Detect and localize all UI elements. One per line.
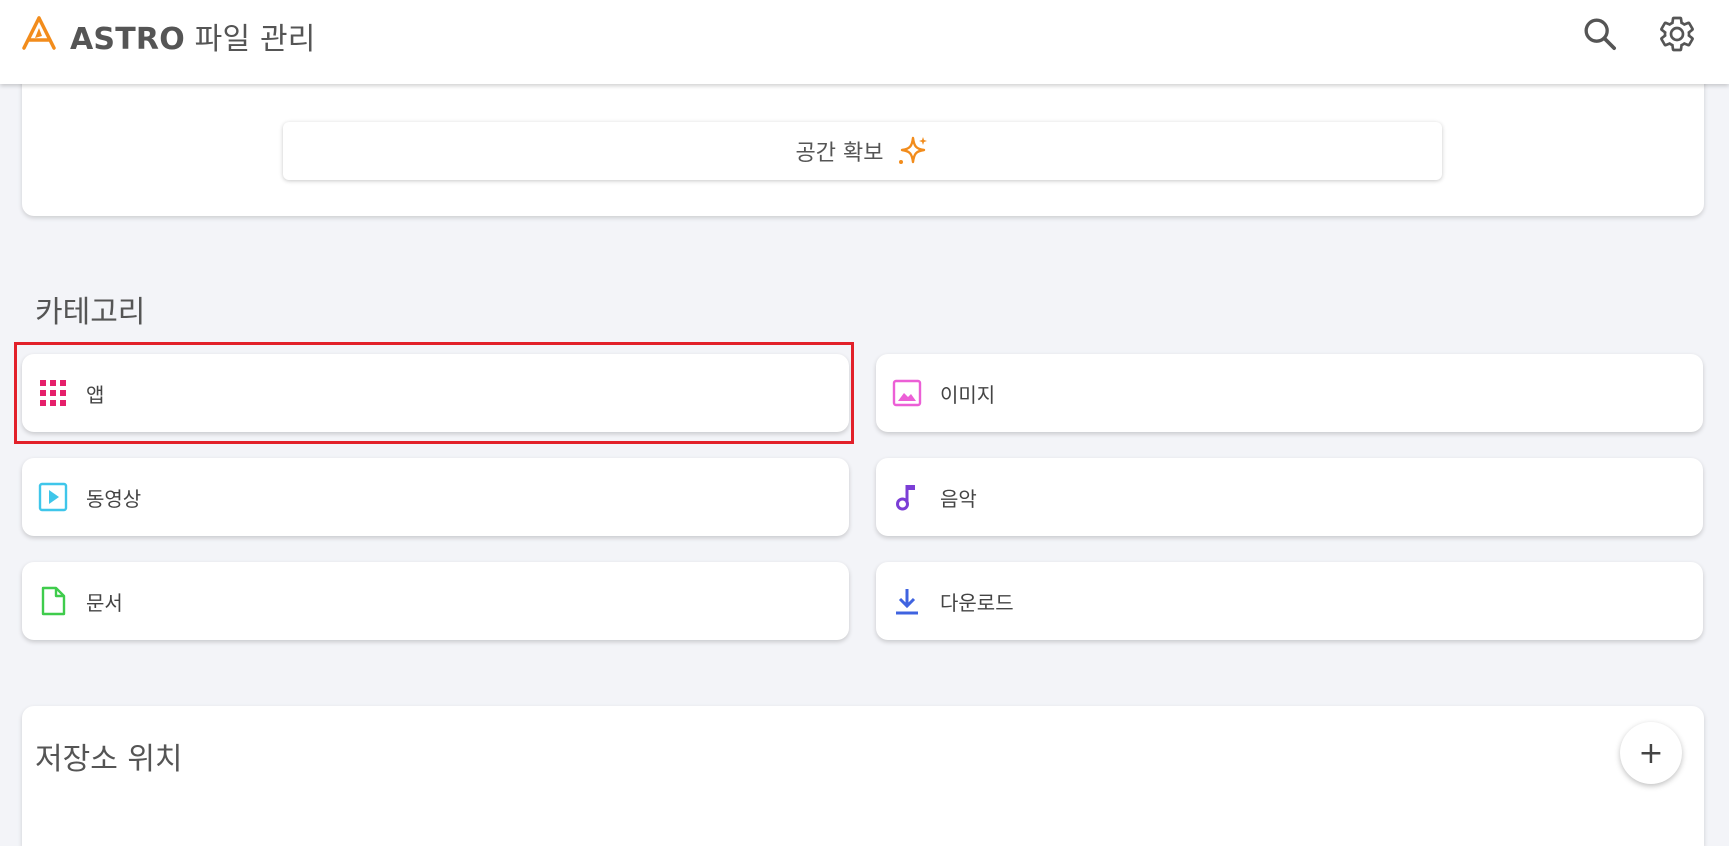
app-brand: ASTRO <box>70 22 185 57</box>
image-icon <box>892 378 922 408</box>
category-label: 다운로드 <box>940 590 1014 615</box>
category-label: 문서 <box>86 590 123 615</box>
category-label: 이미지 <box>940 382 996 407</box>
search-icon <box>1584 18 1616 51</box>
category-label: 동영상 <box>86 486 142 511</box>
document-icon <box>38 586 68 616</box>
top-app-bar: ASTRO 파일 관리 <box>0 0 1729 84</box>
categories-title: 카테고리 <box>35 295 146 330</box>
sparkle-icon <box>899 136 928 164</box>
astro-logo-icon <box>20 16 58 50</box>
category-label: 음악 <box>940 486 977 511</box>
apps-grid-icon <box>38 378 68 408</box>
app-title-suffix: 파일 관리 <box>194 22 316 57</box>
category-apps[interactable]: 앱 <box>22 354 849 432</box>
storage-locations-card <box>22 706 1704 846</box>
video-icon <box>38 482 68 512</box>
category-videos[interactable]: 동영상 <box>22 458 849 536</box>
category-downloads[interactable]: 다운로드 <box>876 562 1703 640</box>
category-label: 앱 <box>86 382 105 407</box>
storage-locations-title: 저장소 위치 <box>35 742 183 777</box>
category-documents[interactable]: 문서 <box>22 562 849 640</box>
add-location-button[interactable]: + <box>1620 722 1682 784</box>
download-icon <box>892 586 922 616</box>
settings-button[interactable] <box>1657 14 1697 54</box>
music-note-icon <box>892 482 922 512</box>
app-title: ASTRO 파일 관리 <box>70 14 316 58</box>
category-images[interactable]: 이미지 <box>876 354 1703 432</box>
plus-icon: + <box>1638 735 1664 771</box>
free-space-button[interactable]: 공간 확보 <box>283 122 1442 180</box>
search-button[interactable] <box>1580 14 1620 54</box>
category-music[interactable]: 음악 <box>876 458 1703 536</box>
free-space-label: 공간 확보 <box>795 141 884 166</box>
gear-icon <box>1660 16 1694 52</box>
